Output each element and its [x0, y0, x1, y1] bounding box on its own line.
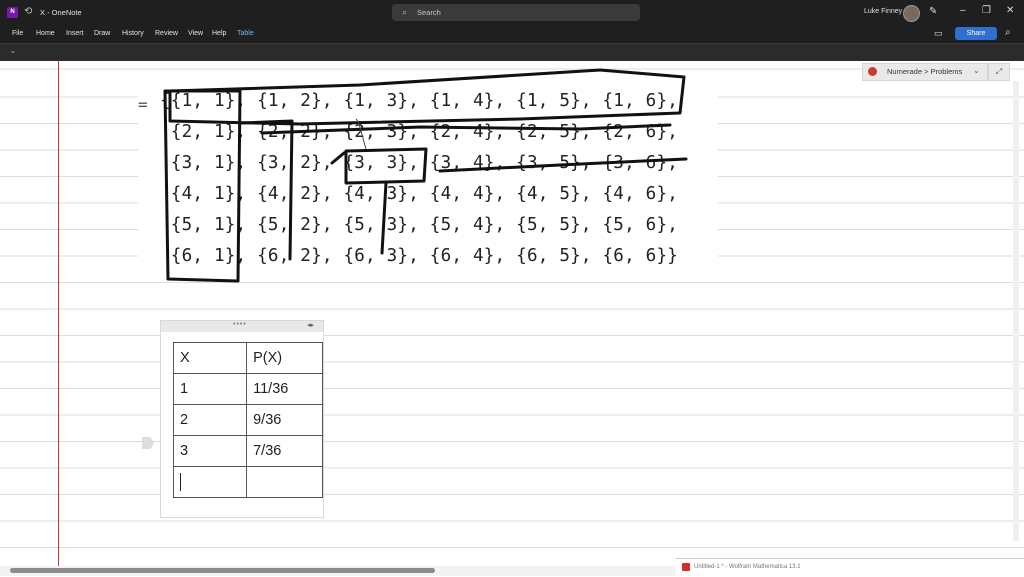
- table-drag-handle[interactable]: •••• ◂▸: [161, 321, 323, 332]
- table-header-row: X P(X): [172, 342, 323, 374]
- math-row: {5, 1}, {5, 2}, {5, 3}, {5, 4}, {5, 5}, …: [160, 215, 679, 235]
- breadcrumb[interactable]: Numerade > Problems ⌄: [862, 63, 988, 81]
- tab-insert[interactable]: Insert: [66, 30, 84, 37]
- resize-arrows-icon[interactable]: ◂▸: [307, 321, 314, 329]
- math-row: {2, 1}, {2, 2}, {2, 3}, {2, 4}, {2, 5}, …: [160, 122, 679, 142]
- table-cell[interactable]: 7/36: [246, 435, 323, 467]
- table-cell[interactable]: 9/36: [246, 404, 323, 436]
- table-cell[interactable]: 3: [172, 435, 248, 467]
- tag-icon[interactable]: [142, 437, 154, 449]
- mathematica-icon: [682, 563, 690, 571]
- table-row: 3 7/36: [172, 435, 323, 467]
- mathematica-title: Untitled-1 * - Wolfram Mathematica 13.1: [694, 564, 801, 570]
- table-cell[interactable]: 1: [172, 373, 248, 405]
- probability-table[interactable]: X P(X) 1 11/36 2 9/36 3 7/36: [172, 342, 323, 498]
- chevron-down-icon[interactable]: ⌄: [973, 66, 980, 75]
- table-row: [172, 466, 323, 498]
- tab-file[interactable]: File: [12, 30, 23, 37]
- minimize-icon[interactable]: –: [960, 5, 966, 16]
- avatar[interactable]: [903, 5, 920, 22]
- scrollbar-thumb[interactable]: [10, 568, 435, 573]
- mathematica-window-preview[interactable]: Untitled-1 * - Wolfram Mathematica 13.1: [676, 558, 1024, 577]
- text-cursor: [180, 473, 181, 491]
- table-row: 2 9/36: [172, 404, 323, 436]
- breadcrumb-label: Numerade > Problems: [887, 67, 963, 76]
- drag-handle-icon[interactable]: ••••: [233, 321, 247, 328]
- math-output: = {{1, 1}, {1, 2}, {1, 3}, {1, 4}, {1, 5…: [138, 87, 718, 277]
- table-cell[interactable]: X: [172, 342, 248, 374]
- table-cell-editing[interactable]: [172, 466, 248, 498]
- tab-history[interactable]: History: [122, 30, 144, 37]
- tab-help[interactable]: Help: [212, 30, 226, 37]
- tab-home[interactable]: Home: [36, 30, 55, 37]
- table-row: 1 11/36: [172, 373, 323, 405]
- tab-review[interactable]: Review: [155, 30, 178, 37]
- collapsed-toolbar: ⌄: [0, 43, 1024, 62]
- table-cell[interactable]: [246, 466, 323, 498]
- back-icon[interactable]: ⟲: [24, 6, 32, 17]
- math-row: {3, 1}, {3, 2}, {3, 3}, {3, 4}, {3, 5}, …: [160, 153, 679, 173]
- table-cell[interactable]: 11/36: [246, 373, 323, 405]
- chevron-down-icon[interactable]: ⌄: [10, 47, 16, 55]
- close-icon[interactable]: ✕: [1006, 5, 1014, 16]
- share-label: Share: [966, 30, 986, 37]
- restore-icon[interactable]: ❐: [982, 5, 991, 16]
- tab-view[interactable]: View: [188, 30, 203, 37]
- user-name[interactable]: Luke Finney: [864, 8, 902, 15]
- search-icon: ⌕: [402, 7, 408, 17]
- ribbon-tabs: File Home Insert Draw History Review Vie…: [0, 26, 1024, 43]
- vertical-scrollbar[interactable]: [1013, 81, 1019, 541]
- notebook-icon[interactable]: ▭: [934, 28, 943, 39]
- search-input[interactable]: Search: [417, 8, 441, 17]
- title-bar: N ⟲ X - OneNote ⌕ Search Luke Finney ✎ –…: [0, 0, 1024, 26]
- note-page[interactable]: Numerade > Problems ⌄ ⤢ = {{1, 1}, {1, 2…: [0, 61, 1024, 566]
- tab-table[interactable]: Table: [237, 30, 254, 37]
- math-row: {4, 1}, {4, 2}, {4, 3}, {4, 4}, {4, 5}, …: [160, 184, 679, 204]
- window-title: X - OneNote: [40, 8, 82, 17]
- pen-icon[interactable]: ✎: [929, 6, 937, 17]
- table-cell[interactable]: 2: [172, 404, 248, 436]
- numerade-icon: [868, 67, 877, 76]
- table-cell[interactable]: P(X): [246, 342, 323, 374]
- share-button[interactable]: Share: [955, 27, 997, 40]
- equals-sign: =: [138, 95, 148, 114]
- math-row: {{1, 1}, {1, 2}, {1, 3}, {1, 4}, {1, 5},…: [160, 91, 679, 111]
- comment-icon[interactable]: ⌕: [1005, 27, 1011, 38]
- math-row: {6, 1}, {6, 2}, {6, 3}, {6, 4}, {6, 5}, …: [160, 246, 679, 266]
- page-margin-line: [58, 61, 59, 566]
- expand-icon[interactable]: ⤢: [988, 63, 1010, 81]
- onenote-app-icon: N: [7, 7, 18, 18]
- search-box[interactable]: ⌕ Search: [392, 4, 640, 21]
- table-container[interactable]: •••• ◂▸ X P(X) 1 11/36 2 9/36 3 7/36: [160, 320, 324, 518]
- tab-draw[interactable]: Draw: [94, 30, 110, 37]
